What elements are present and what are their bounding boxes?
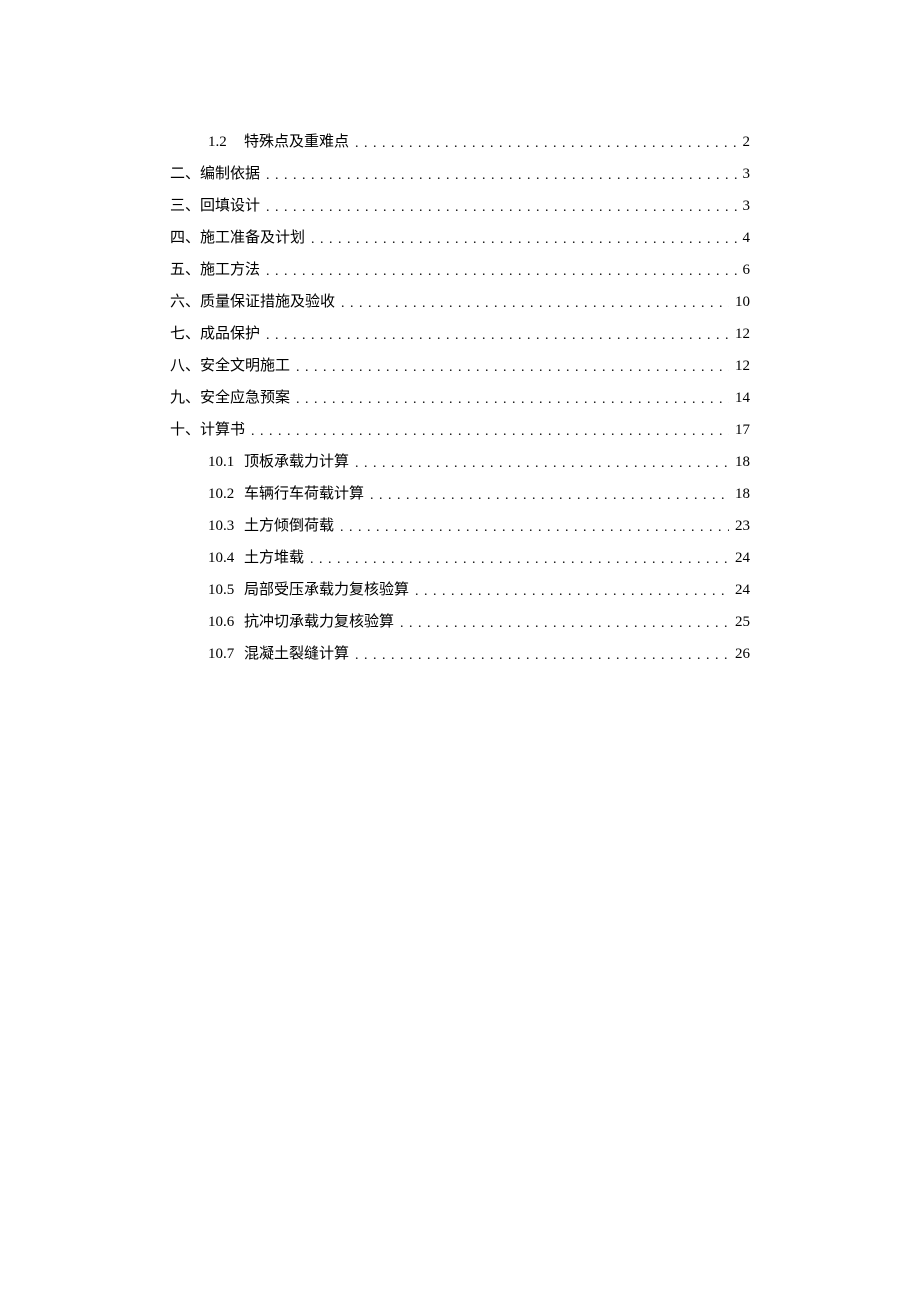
toc-dots [311, 231, 736, 248]
toc-page: 18 [735, 454, 750, 471]
toc-title: 施工方法 [200, 258, 260, 279]
toc-page: 2 [743, 134, 751, 151]
toc-entry: 七、 成品保护 12 [170, 322, 750, 343]
toc-page: 17 [735, 422, 750, 439]
toc-prefix: 六、 [170, 290, 200, 311]
toc-page: 26 [735, 646, 750, 663]
toc-dots [341, 295, 729, 312]
toc-entry: 八、 安全文明施工 12 [170, 354, 750, 375]
toc-prefix: 二、 [170, 162, 200, 183]
toc-entry: 四、 施工准备及计划 4 [170, 226, 750, 247]
toc-entry: 10.1 顶板承载力计算 18 [208, 450, 750, 471]
toc-entry: 10.7 混凝土裂缝计算 26 [208, 642, 750, 663]
toc-prefix: 十、 [170, 418, 200, 439]
toc-title: 特殊点及重难点 [244, 130, 349, 151]
toc-prefix: 八、 [170, 354, 200, 375]
toc-dots [355, 455, 729, 472]
toc-entry: 10.6 抗冲切承载力复核验算 25 [208, 610, 750, 631]
toc-prefix: 七、 [170, 322, 200, 343]
toc-page: 23 [735, 518, 750, 535]
toc-number: 1.2 [208, 134, 240, 151]
toc-title: 成品保护 [200, 322, 260, 343]
toc-title: 计算书 [200, 418, 245, 439]
toc-entry: 1.2 特殊点及重难点 2 [208, 130, 750, 151]
toc-entry: 五、 施工方法 6 [170, 258, 750, 279]
toc-entry: 十、 计算书 17 [170, 418, 750, 439]
toc-dots [266, 263, 736, 280]
toc-title: 安全应急预案 [200, 386, 290, 407]
toc-entry: 10.3 土方倾倒荷载 23 [208, 514, 750, 535]
toc-page: 24 [735, 582, 750, 599]
toc-page: 4 [743, 230, 751, 247]
toc-dots [266, 167, 736, 184]
toc-title: 混凝土裂缝计算 [244, 642, 349, 663]
toc-title: 土方堆载 [244, 546, 304, 567]
toc-title: 抗冲切承载力复核验算 [244, 610, 394, 631]
toc-entry: 二、 编制依据 3 [170, 162, 750, 183]
toc-title: 土方倾倒荷载 [244, 514, 334, 535]
toc-title: 施工准备及计划 [200, 226, 305, 247]
toc-entry: 10.5 局部受压承载力复核验算 24 [208, 578, 750, 599]
toc-number: 10.6 [208, 614, 240, 631]
toc-page: 25 [735, 614, 750, 631]
toc-number: 10.2 [208, 486, 240, 503]
toc-entry: 10.4 土方堆载 24 [208, 546, 750, 567]
toc-prefix: 九、 [170, 386, 200, 407]
toc-dots [266, 199, 736, 216]
toc-title: 局部受压承载力复核验算 [244, 578, 409, 599]
toc-page: 24 [735, 550, 750, 567]
toc-entry: 九、 安全应急预案 14 [170, 386, 750, 407]
toc-page: 3 [743, 166, 751, 183]
toc-prefix: 三、 [170, 194, 200, 215]
toc-number: 10.1 [208, 454, 240, 471]
toc-dots [355, 135, 736, 152]
toc-dots [310, 551, 729, 568]
toc-dots [355, 647, 729, 664]
toc-title: 编制依据 [200, 162, 260, 183]
toc-prefix: 五、 [170, 258, 200, 279]
toc-page: 18 [735, 486, 750, 503]
toc-dots [296, 359, 729, 376]
toc-page: 12 [735, 326, 750, 343]
toc-dots [415, 583, 729, 600]
toc-page: 6 [743, 262, 751, 279]
toc-number: 10.3 [208, 518, 240, 535]
toc-number: 10.4 [208, 550, 240, 567]
toc-page: 12 [735, 358, 750, 375]
toc-title: 车辆行车荷载计算 [244, 482, 364, 503]
toc-title: 安全文明施工 [200, 354, 290, 375]
toc-entry: 10.2 车辆行车荷载计算 18 [208, 482, 750, 503]
toc-entry: 三、 回填设计 3 [170, 194, 750, 215]
toc-number: 10.7 [208, 646, 240, 663]
toc-dots [400, 615, 729, 632]
toc-dots [266, 327, 729, 344]
toc-title: 质量保证措施及验收 [200, 290, 335, 311]
toc-dots [370, 487, 729, 504]
toc-page: 3 [743, 198, 751, 215]
toc-page: 14 [735, 390, 750, 407]
toc-dots [340, 519, 729, 536]
table-of-contents: 1.2 特殊点及重难点 2 二、 编制依据 3 三、 回填设计 3 四、 施工准… [170, 130, 750, 663]
toc-dots [296, 391, 729, 408]
toc-dots [251, 423, 729, 440]
toc-prefix: 四、 [170, 226, 200, 247]
toc-title: 回填设计 [200, 194, 260, 215]
toc-entry: 六、 质量保证措施及验收 10 [170, 290, 750, 311]
toc-page: 10 [735, 294, 750, 311]
toc-number: 10.5 [208, 582, 240, 599]
toc-title: 顶板承载力计算 [244, 450, 349, 471]
